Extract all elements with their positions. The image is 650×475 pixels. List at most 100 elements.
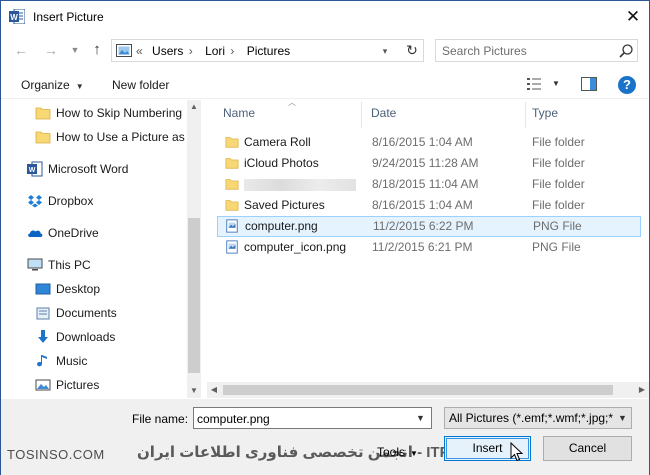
file-list: ︿ Name Date Type Camera Roll 8/16/2015 1… (207, 98, 649, 398)
chevron-down-icon[interactable]: ▼ (618, 411, 627, 426)
column-header-name[interactable]: Name (223, 106, 255, 120)
watermark-left: TOSINSO.COM (7, 447, 105, 462)
close-button[interactable]: ✕ (619, 5, 647, 29)
file-row-computer-png[interactable]: computer.png 11/2/2015 6:22 PM PNG File (217, 216, 641, 237)
folder-icon (225, 179, 239, 190)
column-separator[interactable] (361, 102, 362, 128)
navigation-scrollbar[interactable]: ▲ ▼ (187, 100, 201, 398)
recent-locations-chevron-icon[interactable]: ▼ (67, 41, 83, 59)
file-type: PNG File (532, 240, 581, 254)
file-row-camera-roll[interactable]: Camera Roll 8/16/2015 1:04 AM File folde… (217, 132, 641, 153)
tools-label: Tools (377, 445, 406, 459)
nav-item-label: Downloads (56, 330, 116, 344)
scroll-left-arrow-icon[interactable]: ◀ (207, 382, 221, 398)
folder-icon (225, 200, 239, 211)
file-name: iCloud Photos (244, 156, 319, 170)
organize-label: Organize (21, 78, 70, 92)
file-date: 9/24/2015 11:28 AM (372, 156, 479, 170)
scrollbar-thumb[interactable] (223, 385, 613, 395)
file-type: File folder (532, 156, 585, 170)
address-bar[interactable]: « Users › Lori › Pictures ▾ ↻ (111, 39, 424, 62)
insert-picture-dialog: W Insert Picture ✕ ← → ▼ ↑ « Users › Lor… (0, 0, 650, 475)
chevron-right-icon[interactable]: › (189, 44, 193, 58)
organize-button[interactable]: Organize ▼ (21, 78, 84, 92)
view-details-icon[interactable] (526, 77, 542, 91)
help-icon[interactable]: ? (618, 76, 636, 94)
view-caret-down-icon[interactable]: ▼ (552, 79, 560, 88)
file-date: 8/18/2015 11:04 AM (372, 177, 479, 191)
file-row-icloud-photos[interactable]: iCloud Photos 9/24/2015 11:28 AM File fo… (217, 153, 641, 174)
file-name: computer.png (245, 219, 318, 233)
image-file-icon (226, 219, 238, 233)
chevron-down-icon[interactable]: ▼ (416, 411, 425, 426)
dropbox-icon (28, 195, 42, 208)
chevron-down-icon[interactable]: ▾ (378, 43, 392, 59)
file-name: computer_icon.png (244, 240, 347, 254)
file-type-select[interactable]: All Pictures (*.emf;*.wmf;*.jpg;* ▼ (444, 407, 632, 429)
column-header-date[interactable]: Date (371, 106, 396, 120)
back-arrow-icon[interactable]: ← (13, 41, 29, 59)
breadcrumb: « Users › Lori › Pictures (136, 44, 291, 58)
scrollbar-thumb[interactable] (188, 218, 200, 373)
folder-icon (225, 137, 239, 148)
folder-icon (35, 107, 51, 120)
blurred-file-name (244, 179, 356, 191)
sort-ascending-icon: ︿ (288, 98, 296, 107)
svg-text:W: W (10, 13, 18, 22)
breadcrumb-pictures[interactable]: Pictures (247, 44, 290, 58)
title-bar: W Insert Picture ✕ (1, 1, 649, 33)
file-type-value: All Pictures (*.emf;*.wmf;*.jpg;* (449, 411, 614, 425)
file-type: File folder (532, 198, 585, 212)
column-header-type[interactable]: Type (532, 106, 558, 120)
caret-down-icon: ▼ (410, 449, 418, 458)
onedrive-icon (28, 230, 43, 237)
file-date: 11/2/2015 6:21 PM (372, 240, 473, 254)
scroll-down-arrow-icon[interactable]: ▼ (187, 384, 201, 398)
desktop-icon (35, 283, 51, 295)
file-row-blurred-folder[interactable]: 8/18/2015 11:04 AM File folder (217, 174, 641, 195)
new-folder-button[interactable]: New folder (112, 78, 169, 92)
file-name-input[interactable] (197, 411, 407, 426)
cancel-button[interactable]: Cancel (543, 436, 632, 461)
breadcrumb-users[interactable]: Users (152, 44, 183, 58)
preview-pane-icon[interactable] (581, 77, 597, 91)
music-icon (37, 355, 47, 367)
caret-down-icon: ▼ (75, 82, 84, 91)
documents-icon (36, 307, 50, 320)
search-input[interactable] (442, 43, 612, 58)
nav-item-label: Pictures (56, 378, 100, 392)
chevron-right-icon[interactable]: › (230, 44, 234, 58)
file-name: Camera Roll (244, 135, 311, 149)
command-toolbar: Organize ▼ New folder ▼ ? (1, 71, 649, 99)
word-icon: W (27, 161, 43, 177)
pictures-icon (35, 379, 51, 391)
file-date: 11/2/2015 6:22 PM (373, 219, 474, 233)
up-arrow-icon[interactable]: ↑ (89, 41, 105, 59)
column-separator[interactable] (525, 102, 526, 128)
dialog-footer: File name: ▼ All Pictures (*.emf;*.wmf;*… (1, 399, 649, 475)
forward-arrow-icon[interactable]: → (43, 41, 59, 59)
folder-icon (35, 131, 51, 144)
nav-item-label: Documents (56, 306, 117, 320)
breadcrumb-lori[interactable]: Lori (205, 44, 225, 58)
nav-item-label: OneDrive (48, 226, 99, 240)
scroll-up-arrow-icon[interactable]: ▲ (187, 100, 201, 114)
image-file-icon (226, 240, 238, 254)
navigation-pane: How to Skip Numbering How to Use a Pictu… (1, 100, 201, 398)
search-box[interactable] (435, 39, 638, 62)
tools-button[interactable]: Tools ▼ (367, 441, 437, 463)
file-row-saved-pictures[interactable]: Saved Pictures 8/16/2015 1:04 AM File fo… (217, 195, 641, 216)
mouse-cursor-icon (510, 442, 524, 462)
file-row-computer-icon-png[interactable]: computer_icon.png 11/2/2015 6:21 PM PNG … (217, 237, 641, 258)
refresh-icon[interactable]: ↻ (402, 41, 422, 59)
nav-item-label: How to Skip Numbering (56, 106, 183, 120)
nav-item-label: Microsoft Word (48, 162, 129, 176)
search-icon[interactable] (618, 43, 634, 59)
file-list-horizontal-scrollbar[interactable]: ◀ ▶ (207, 382, 649, 398)
file-type: File folder (532, 135, 585, 149)
svg-text:W: W (29, 167, 36, 174)
file-name-combobox[interactable]: ▼ (193, 407, 432, 429)
scroll-right-arrow-icon[interactable]: ▶ (635, 382, 649, 398)
file-date: 8/16/2015 1:04 AM (372, 135, 473, 149)
folder-icon (225, 158, 239, 169)
